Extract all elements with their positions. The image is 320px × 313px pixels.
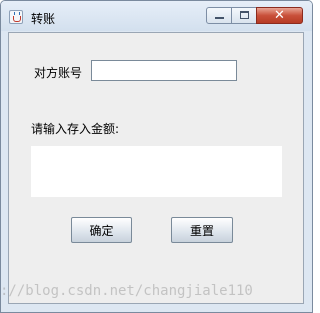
form-panel: 对方账号 请输入存入金额: 确定 重置 bbox=[8, 32, 304, 304]
amount-input[interactable] bbox=[31, 146, 282, 197]
confirm-button[interactable]: 确定 bbox=[71, 217, 132, 243]
account-label: 对方账号 bbox=[34, 66, 83, 80]
minimize-button[interactable] bbox=[206, 7, 232, 24]
reset-button[interactable]: 重置 bbox=[171, 217, 233, 243]
app-window: 转账 ✕ 对方账号 请输入存入金额: 确定 重置 bbox=[0, 0, 313, 313]
java-cup-icon bbox=[9, 10, 23, 24]
maximize-button[interactable] bbox=[231, 7, 257, 24]
title-bar[interactable]: 转账 ✕ bbox=[1, 1, 312, 31]
amount-label: 请输入存入金额: bbox=[31, 122, 120, 136]
account-input[interactable] bbox=[91, 60, 237, 81]
window-title: 转账 bbox=[31, 12, 56, 26]
maximize-icon bbox=[240, 11, 249, 19]
close-icon: ✕ bbox=[274, 8, 285, 23]
close-button[interactable]: ✕ bbox=[256, 7, 303, 24]
watermark: ://blog.csdn.net/changjiale110 bbox=[0, 283, 253, 299]
minimize-icon bbox=[215, 17, 224, 19]
